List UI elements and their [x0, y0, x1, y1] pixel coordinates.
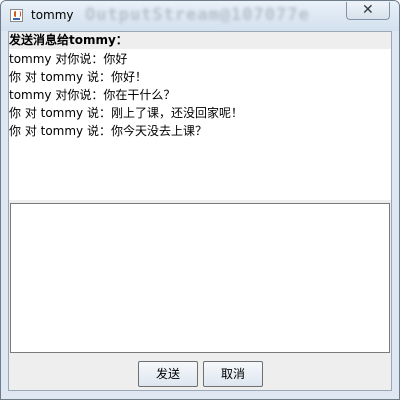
message-panel: 发送消息给tommy： tommy 对你说：你好 你 对 tommy 说：你好！… — [9, 32, 391, 200]
message-item: 你 对 tommy 说：刚上了课，还没回家呢！ — [9, 106, 243, 120]
chat-window: tommy OutputStream@107077e ✕ 发送消息给tommy：… — [0, 0, 400, 400]
blurred-title-overlay: OutputStream@107077e — [85, 5, 310, 25]
message-item: tommy 对你说：你好 — [9, 52, 128, 66]
cancel-button[interactable]: 取消 — [203, 361, 263, 387]
java-app-icon — [10, 9, 23, 22]
window-title: tommy — [31, 8, 74, 22]
message-list: tommy 对你说：你好 你 对 tommy 说：你好！ tommy 对你说：你… — [9, 50, 389, 140]
message-header: 发送消息给tommy： — [9, 32, 391, 49]
title-bar[interactable]: tommy OutputStream@107077e ✕ — [1, 1, 399, 31]
client-area: 发送消息给tommy： tommy 对你说：你好 你 对 tommy 说：你好！… — [8, 31, 392, 391]
send-button[interactable]: 发送 — [138, 361, 198, 387]
message-item: tommy 对你说：你在干什么？ — [9, 88, 176, 102]
message-item: 你 对 tommy 说：你今天没去上课？ — [9, 124, 207, 138]
close-icon: ✕ — [362, 2, 374, 18]
message-input[interactable] — [10, 203, 390, 353]
close-button[interactable]: ✕ — [346, 2, 390, 20]
message-item: 你 对 tommy 说：你好！ — [9, 70, 147, 84]
